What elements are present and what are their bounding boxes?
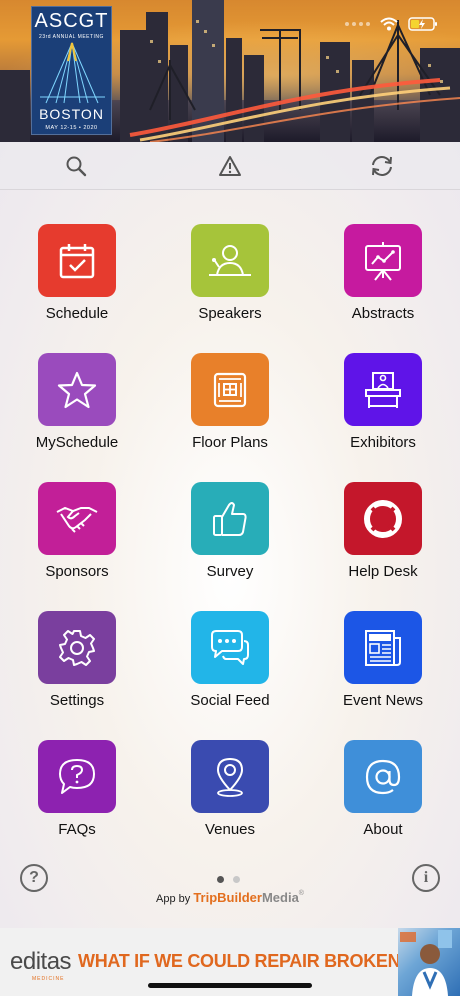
- tile-label: Survey: [206, 563, 254, 580]
- page-dot[interactable]: [233, 876, 240, 883]
- tile-label: Exhibitors: [350, 434, 416, 451]
- credit-brand-trip: TripBuilder: [193, 890, 262, 905]
- tile-venues-box: [191, 740, 269, 813]
- signal-dots-icon: [345, 22, 370, 26]
- tile-label: Social Feed: [190, 692, 270, 709]
- app-credit[interactable]: App by TripBuilderMedia®: [0, 890, 460, 905]
- calendar-check-icon: [59, 243, 95, 278]
- tile-abstracts[interactable]: Abstracts: [323, 224, 443, 334]
- home-indicator[interactable]: [148, 983, 312, 988]
- tile-social-feed[interactable]: Social Feed: [170, 611, 290, 721]
- tile-exhibitors[interactable]: Exhibitors: [323, 353, 443, 463]
- info-button[interactable]: i: [412, 864, 440, 892]
- trademark-symbol: ®: [298, 890, 304, 897]
- alert-icon: [219, 156, 241, 176]
- logo-acronym: ASCGT: [34, 10, 109, 32]
- ad-logo: editas MEDICINE: [10, 948, 72, 982]
- booth-icon: [365, 371, 401, 408]
- tile-exhibitors-box: [344, 353, 422, 426]
- status-bar: [345, 16, 438, 32]
- logo-dates: MAY 12-15 • 2020: [45, 125, 98, 131]
- tile-settings-box: [38, 611, 116, 684]
- tile-faqs[interactable]: FAQs: [17, 740, 137, 850]
- tile-label: About: [363, 821, 403, 838]
- tile-label: Help Desk: [348, 563, 418, 580]
- tile-label: Sponsors: [45, 563, 109, 580]
- bridge-emblem-icon: [40, 42, 105, 104]
- handshake-icon: [56, 506, 98, 533]
- refresh-button[interactable]: [368, 152, 396, 180]
- tile-label: Floor Plans: [192, 434, 268, 451]
- tile-sponsors-box: [38, 482, 116, 555]
- search-button[interactable]: [62, 152, 90, 180]
- lifebuoy-icon: [364, 499, 402, 538]
- alerts-button[interactable]: [216, 152, 244, 180]
- tile-social-feed-box: [191, 611, 269, 684]
- tile-faqs-box: [38, 740, 116, 813]
- wifi-icon: [380, 17, 398, 31]
- battery-charging-icon: [408, 17, 437, 31]
- tile-event-news[interactable]: Event News: [323, 611, 443, 721]
- tile-speakers-box: [191, 224, 269, 297]
- tile-venues[interactable]: Venues: [170, 740, 290, 850]
- tile-about[interactable]: About: [323, 740, 443, 850]
- footer: ? i App by TripBuilderMedia®: [0, 858, 460, 928]
- question-bubble-icon: [59, 758, 95, 794]
- tile-label: Abstracts: [351, 305, 415, 322]
- tile-survey-box: [191, 482, 269, 555]
- logo-city: BOSTON: [39, 106, 104, 122]
- gear-icon: [59, 629, 95, 666]
- help-icon: ?: [29, 869, 39, 886]
- tile-myschedule-box: [38, 353, 116, 426]
- ad-photo: [398, 928, 460, 996]
- tile-label: FAQs: [58, 821, 96, 838]
- tile-label: Speakers: [198, 305, 262, 322]
- tile-abstracts-box: [344, 224, 422, 297]
- chat-bubbles-icon: [211, 629, 249, 665]
- logo-meeting: 23rd ANNUAL MEETING: [39, 34, 104, 40]
- tile-sponsors[interactable]: Sponsors: [17, 482, 137, 592]
- event-logo: ASCGT 23rd ANNUAL MEETING BOSTON MAY 12-…: [31, 6, 112, 135]
- tile-about-box: [344, 740, 422, 813]
- tile-help-desk-box: [344, 482, 422, 555]
- info-icon: i: [423, 869, 429, 886]
- search-icon: [66, 156, 87, 177]
- tile-myschedule[interactable]: MySchedule: [17, 353, 137, 463]
- tile-label: Schedule: [45, 305, 109, 322]
- tile-survey[interactable]: Survey: [170, 482, 290, 592]
- person-photo-icon: [400, 930, 452, 996]
- credit-prefix: App by: [156, 893, 191, 905]
- page-indicator[interactable]: [217, 876, 240, 883]
- at-sign-icon: [365, 759, 401, 794]
- map-pin-icon: [217, 757, 243, 797]
- tile-schedule[interactable]: Schedule: [17, 224, 137, 334]
- toolbar: [0, 142, 460, 190]
- tile-settings[interactable]: Settings: [17, 611, 137, 721]
- floor-plan-icon: [213, 372, 247, 407]
- tile-label: Settings: [49, 692, 105, 709]
- tile-label: Venues: [204, 821, 256, 838]
- speaker-podium-icon: [209, 244, 251, 276]
- tile-floor-plans-box: [191, 353, 269, 426]
- credit-brand-media: Media: [261, 890, 299, 905]
- newspaper-icon: [365, 629, 401, 666]
- page-dot-active[interactable]: [217, 876, 224, 883]
- tile-help-desk[interactable]: Help Desk: [323, 482, 443, 592]
- tile-schedule-box: [38, 224, 116, 297]
- ad-brand-sub: MEDICINE: [32, 976, 65, 982]
- tile-event-news-box: [344, 611, 422, 684]
- tile-speakers[interactable]: Speakers: [170, 224, 290, 334]
- ad-brand: editas: [10, 948, 72, 975]
- refresh-icon: [372, 156, 392, 176]
- tile-floor-plans[interactable]: Floor Plans: [170, 353, 290, 463]
- tile-label: Event News: [342, 692, 424, 709]
- help-button[interactable]: ?: [20, 864, 48, 892]
- hero-banner: ASCGT 23rd ANNUAL MEETING BOSTON MAY 12-…: [0, 0, 460, 142]
- tile-label: MySchedule: [35, 434, 119, 451]
- star-icon: [57, 371, 97, 408]
- home-menu: Schedule Speakers Abstracts MySchedule F…: [0, 142, 460, 928]
- thumbs-up-icon: [213, 501, 247, 536]
- presentation-chart-icon: [365, 241, 401, 281]
